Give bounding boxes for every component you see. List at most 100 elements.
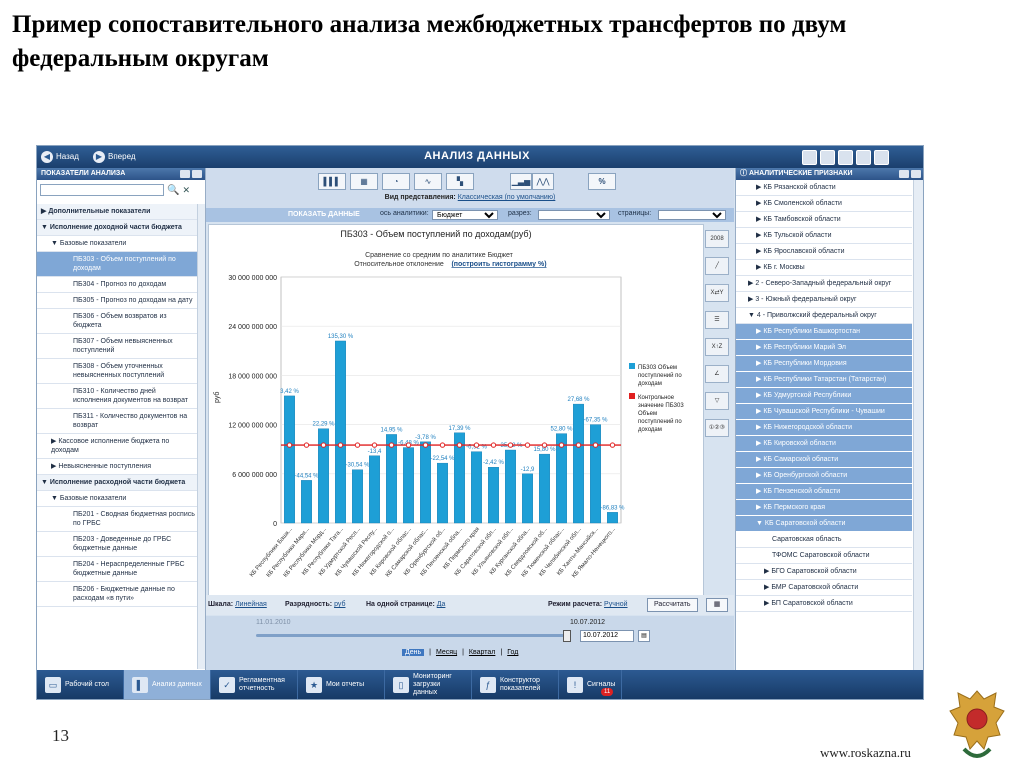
calendar-icon[interactable]: ▤ — [638, 630, 650, 642]
axis-select[interactable]: Бюджет — [432, 210, 498, 220]
view-mode-link[interactable]: Классическая (по умолчанию) — [458, 194, 556, 201]
period-compare-icon[interactable]: 2008 — [705, 230, 729, 248]
tree-item[interactable]: ▼ Базовые показатели — [37, 236, 197, 252]
forward-button[interactable]: ▶ Вперед — [93, 150, 136, 164]
tree-item[interactable]: ▼ Исполнение расходной части бюджета — [37, 475, 197, 491]
info-icon[interactable] — [874, 150, 889, 165]
attribute-item[interactable]: ▶ КБ Удмуртской Республики — [736, 388, 912, 404]
percent-button[interactable]: % — [588, 173, 616, 190]
wave-icon[interactable]: ⋀⋀ — [532, 173, 554, 190]
tree-item[interactable]: ПБ306 - Объем возвратов из бюджета — [37, 309, 197, 334]
taskbar-item[interactable]: ▯ Мониторинг загрузки данных — [385, 670, 472, 699]
tree-item[interactable]: ПБ206 - Бюджетные данные по расходам «в … — [37, 582, 197, 607]
attribute-item[interactable]: ▶ КБ Республики Башкортостан — [736, 324, 912, 340]
attribute-item[interactable]: ▶ 3 - Южный федеральный округ — [736, 292, 912, 308]
attribute-item[interactable]: ▶ БГО Саратовской области — [736, 564, 912, 580]
taskbar-item[interactable]: ▌ Анализ данных — [124, 670, 211, 699]
line-chart-icon[interactable]: ∿ — [414, 173, 442, 190]
minimize-icon[interactable] — [899, 170, 909, 178]
period-option[interactable]: Месяц — [436, 649, 457, 656]
timeline-slider[interactable] — [256, 634, 566, 637]
attribute-item[interactable]: ▶ КБ Ярославской области — [736, 244, 912, 260]
attribute-item[interactable]: ▼ 4 - Приволжский федеральный округ — [736, 308, 912, 324]
attribute-item[interactable]: ▶ КБ Пермского края — [736, 500, 912, 516]
collapse-arrow-icon[interactable]: ▼ — [51, 495, 60, 502]
tree-item[interactable]: ПБ307 - Объем невыясненных поступлений — [37, 334, 197, 359]
attribute-item[interactable]: ▶ КБ Чувашской Республики - Чувашии — [736, 404, 912, 420]
sort-icon[interactable]: X↑Z — [705, 338, 729, 356]
search-icon[interactable]: 🔍 — [167, 185, 179, 196]
taskbar-item[interactable]: ƒ Конструктор показателей — [472, 670, 559, 699]
tree-item[interactable]: ПБ311 - Количество документов на возврат — [37, 409, 197, 434]
map-icon[interactable]: ▚ — [446, 173, 474, 190]
attribute-item[interactable]: ▼ КБ Саратовской области — [736, 516, 912, 532]
taskbar-item[interactable]: ! Сигналы 11 — [559, 670, 623, 699]
tree-item[interactable]: ПБ201 - Сводная бюджетная роспись по ГРБ… — [37, 507, 197, 532]
attribute-item[interactable]: ▶ КБ Республики Марий Эл — [736, 340, 912, 356]
settings-icon[interactable] — [838, 150, 853, 165]
print-icon[interactable] — [856, 150, 871, 165]
attribute-item[interactable]: ▶ КБ Кировской области — [736, 436, 912, 452]
scale-link[interactable]: Линейная — [235, 601, 267, 608]
tree-item[interactable]: ▶ Дополнительные показатели — [37, 204, 197, 220]
expand-icon[interactable] — [911, 170, 921, 178]
attribute-item[interactable]: ▶ КБ Тульской области — [736, 228, 912, 244]
attribute-item[interactable]: ▶ КБ Нижегородской области — [736, 420, 912, 436]
attribute-item[interactable]: ▶ КБ Самарской области — [736, 452, 912, 468]
attribute-item[interactable]: ▶ БП Саратовской области — [736, 596, 912, 612]
attribute-item[interactable]: ▶ КБ Пензенской области — [736, 484, 912, 500]
collapse-arrow-icon[interactable]: ▼ — [51, 240, 60, 247]
close-icon[interactable]: ✕ — [182, 185, 190, 196]
right-scrollbar[interactable] — [913, 180, 923, 670]
tree-item[interactable]: ПБ305 - Прогноз по доходам на дату — [37, 293, 197, 309]
pie-chart-icon[interactable]: ◔ — [382, 173, 410, 190]
slice-select[interactable] — [538, 210, 610, 220]
pages-select[interactable] — [658, 210, 726, 220]
attribute-item[interactable]: ▶ КБ Оренбургской области — [736, 468, 912, 484]
attribute-item[interactable]: Саратовская область — [736, 532, 912, 548]
slider-handle[interactable] — [563, 630, 571, 642]
more-icon[interactable]: ①②③ — [705, 419, 729, 437]
mode-link[interactable]: Ручной — [604, 601, 628, 608]
attribute-item[interactable]: ▶ КБ Тамбовской области — [736, 212, 912, 228]
show-data-button[interactable]: ПОКАЗАТЬ ДАННЫЕ — [288, 211, 360, 218]
tree-item[interactable]: ПБ310 - Количество дней исполнения докум… — [37, 384, 197, 409]
back-button[interactable]: ◀ Назад — [41, 150, 79, 164]
digit-link[interactable]: руб — [334, 601, 345, 608]
line-icon[interactable]: ∠ — [705, 365, 729, 383]
date-input[interactable]: 10.07.2012 — [580, 630, 634, 642]
attribute-item[interactable]: ▶ КБ г. Москвы — [736, 260, 912, 276]
calculate-button[interactable]: Рассчитать — [647, 598, 698, 612]
trend-icon[interactable]: ╱ — [705, 257, 729, 275]
tree-item[interactable]: ▼ Исполнение доходной части бюджета — [37, 220, 197, 236]
table-icon[interactable]: ▦ — [350, 173, 378, 190]
tree-item[interactable]: ПБ203 - Доведенные до ГРБС бюджетные дан… — [37, 532, 197, 557]
taskbar-item[interactable]: ★ Мои отчеты — [298, 670, 385, 699]
tree-item[interactable]: ▶ Кассовое исполнение бюджета по доходам — [37, 434, 197, 459]
tree-item[interactable]: ПБ204 - Нераспределенные ГРБС бюджетные … — [37, 557, 197, 582]
expand-icon[interactable] — [192, 170, 202, 178]
collapse-arrow-icon[interactable]: ▼ — [41, 479, 50, 486]
left-scrollbar[interactable] — [197, 204, 205, 669]
tree-item[interactable]: ▼ Базовые показатели — [37, 491, 197, 507]
attribute-item[interactable]: ▶ КБ Республики Мордовия — [736, 356, 912, 372]
save-icon[interactable] — [802, 150, 817, 165]
search-input[interactable] — [40, 184, 164, 196]
filter-icon[interactable]: ▽ — [705, 392, 729, 410]
swap-axes-icon[interactable]: X⇄Y — [705, 284, 729, 302]
layout-icon[interactable]: ▦ — [706, 598, 728, 612]
tree-item[interactable]: ПБ308 - Объем уточненных невыясненных по… — [37, 359, 197, 384]
minimize-icon[interactable] — [180, 170, 190, 178]
tree-item[interactable]: ПБ304 - Прогноз по доходам — [37, 277, 197, 293]
attribute-item[interactable]: ▶ БМР Саратовской области — [736, 580, 912, 596]
attribute-item[interactable]: ▶ КБ Смоленской области — [736, 196, 912, 212]
period-option[interactable]: Квартал — [469, 649, 495, 656]
page-link[interactable]: Да — [437, 601, 446, 608]
legend-icon[interactable]: ☰ — [705, 311, 729, 329]
histogram-icon[interactable]: ▁▃▅ — [510, 173, 532, 190]
attribute-item[interactable]: ТФОМС Саратовской области — [736, 548, 912, 564]
tree-item[interactable]: ПБ303 - Объем поступлений по доходам — [37, 252, 197, 277]
attribute-item[interactable]: ▶ 2 - Северо-Западный федеральный округ — [736, 276, 912, 292]
tree-item[interactable]: ▶ Невыясненные поступления — [37, 459, 197, 475]
period-option[interactable]: День — [402, 649, 425, 656]
